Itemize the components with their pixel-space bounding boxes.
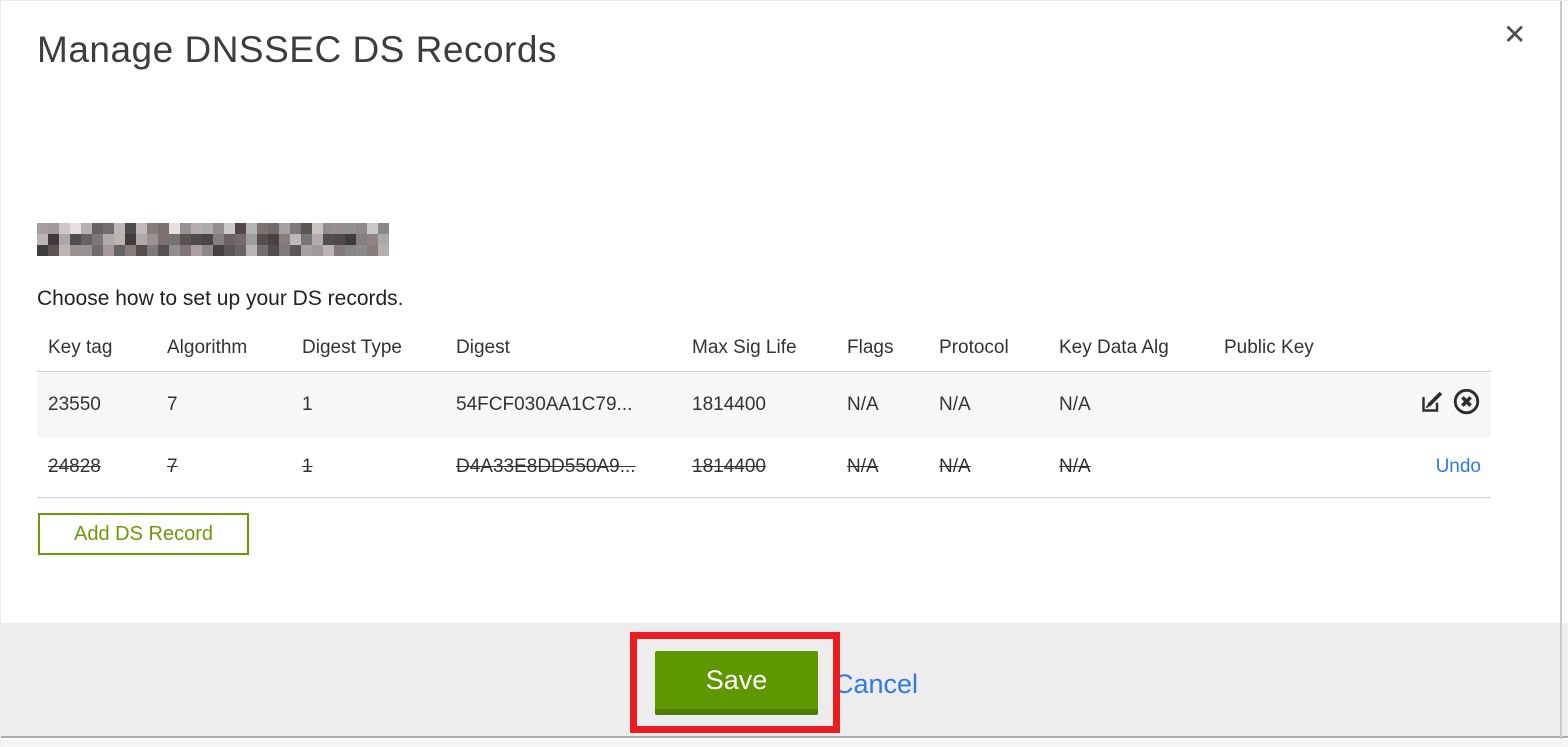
- cell-actions: [1343, 371, 1491, 438]
- table-header-row: Key tag Algorithm Digest Type Digest Max…: [37, 331, 1491, 372]
- col-header-key-tag: Key tag: [37, 331, 156, 372]
- modal-window: ✕ Manage DNSSEC DS Records Choose how to…: [0, 0, 1568, 747]
- cell-key-data-alg: N/A: [1048, 438, 1213, 498]
- col-header-key-data-alg: Key Data Alg: [1048, 331, 1213, 372]
- cell-key-tag: 24828: [37, 438, 156, 498]
- close-icon[interactable]: ✕: [1503, 21, 1526, 49]
- col-header-digest: Digest: [445, 331, 681, 372]
- col-header-algorithm: Algorithm: [156, 331, 291, 372]
- undo-link[interactable]: Undo: [1436, 456, 1481, 477]
- col-header-digest-type: Digest Type: [291, 331, 445, 372]
- cancel-link[interactable]: Cancel: [834, 669, 918, 700]
- cell-digest: 54FCF030AA1C79...: [445, 371, 681, 438]
- cell-max-sig-life: 1814400: [681, 438, 836, 498]
- col-header-flags: Flags: [836, 331, 928, 372]
- cell-flags: N/A: [836, 438, 928, 498]
- page-title: Manage DNSSEC DS Records: [37, 29, 557, 70]
- cell-max-sig-life: 1814400: [681, 371, 836, 438]
- table-row-deleted: 24828 7 1 D4A33E8DD550A9... 1814400 N/A …: [37, 438, 1491, 498]
- col-header-actions: [1343, 331, 1491, 372]
- cell-digest-type: 1: [291, 371, 445, 438]
- cell-algorithm: 7: [156, 371, 291, 438]
- cell-protocol: N/A: [928, 438, 1048, 498]
- cell-protocol: N/A: [928, 371, 1048, 438]
- instruction-text: Choose how to set up your DS records.: [37, 287, 404, 310]
- edit-icon[interactable]: [1419, 388, 1446, 421]
- delete-icon[interactable]: [1452, 387, 1481, 422]
- col-header-protocol: Protocol: [928, 331, 1048, 372]
- cell-key-data-alg: N/A: [1048, 371, 1213, 438]
- cell-algorithm: 7: [156, 438, 291, 498]
- cell-digest-type: 1: [291, 438, 445, 498]
- redacted-domain-name: [37, 223, 389, 256]
- table-row: 23550 7 1 54FCF030AA1C79... 1814400 N/A …: [37, 371, 1491, 438]
- window-right-border: [1560, 1, 1562, 739]
- cell-actions: Undo: [1343, 438, 1491, 498]
- cell-public-key: [1213, 438, 1343, 498]
- cell-digest: D4A33E8DD550A9...: [445, 438, 681, 498]
- col-header-max-sig-life: Max Sig Life: [681, 331, 836, 372]
- cell-public-key: [1213, 371, 1343, 438]
- cell-key-tag: 23550: [37, 371, 156, 438]
- col-header-public-key: Public Key: [1213, 331, 1343, 372]
- save-button[interactable]: Save: [655, 651, 818, 715]
- add-ds-record-button[interactable]: Add DS Record: [38, 513, 249, 555]
- ds-records-table: Key tag Algorithm Digest Type Digest Max…: [37, 331, 1491, 498]
- cell-flags: N/A: [836, 371, 928, 438]
